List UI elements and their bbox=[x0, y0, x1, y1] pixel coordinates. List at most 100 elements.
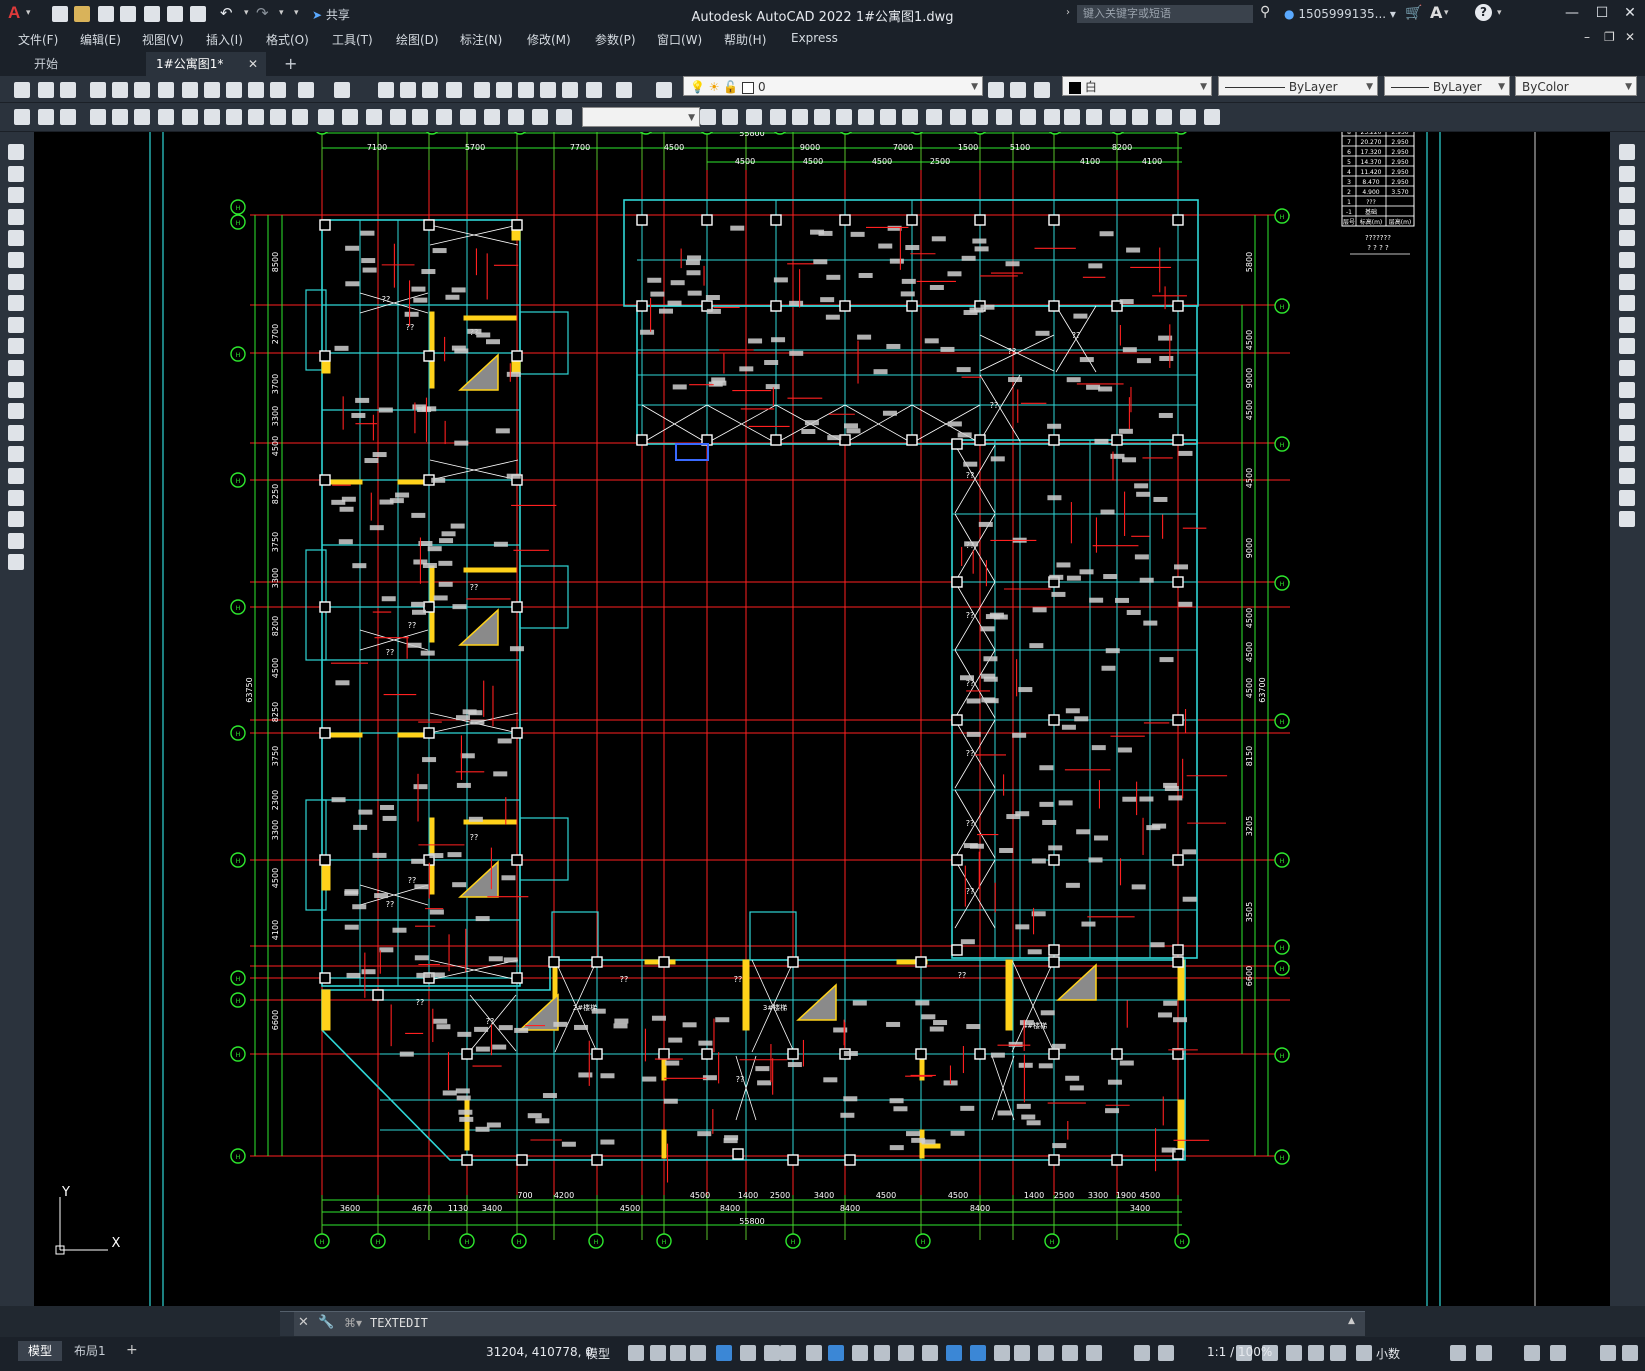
pan-icon[interactable] bbox=[378, 82, 394, 98]
osnap-track-icon[interactable] bbox=[806, 1345, 822, 1361]
gizmo-icon[interactable] bbox=[1014, 1345, 1030, 1361]
status-config-icon[interactable] bbox=[1622, 1345, 1638, 1361]
cart-icon[interactable]: 🛒 bbox=[1405, 5, 1422, 21]
mirror-side-icon[interactable] bbox=[1619, 187, 1635, 204]
qnew-icon[interactable] bbox=[14, 82, 30, 98]
region-icon[interactable] bbox=[38, 109, 54, 125]
ordinate-dim-icon[interactable] bbox=[158, 109, 174, 125]
circle-icon[interactable] bbox=[8, 273, 24, 290]
menu-parametric[interactable]: 参数(P) bbox=[595, 31, 636, 48]
annotation-scale-icon[interactable] bbox=[1086, 1345, 1102, 1361]
menu-format[interactable]: 格式(O) bbox=[266, 31, 309, 48]
calculator-icon[interactable] bbox=[586, 82, 602, 98]
undo-icon[interactable]: ↶ bbox=[220, 4, 233, 22]
mtext-icon[interactable] bbox=[8, 532, 24, 549]
tab-drawing[interactable]: 1#公寓图1* ✕ bbox=[146, 52, 266, 76]
drawing-canvas[interactable]: 55800 7100 5700 7700 4500 9000 7000 1500 5100 820… bbox=[34, 132, 1610, 1306]
revcloud-icon[interactable] bbox=[1204, 109, 1220, 125]
help-icon[interactable]: ? bbox=[1475, 4, 1492, 21]
new-tab-button[interactable]: + bbox=[274, 52, 304, 76]
menu-express[interactable]: Express bbox=[791, 31, 838, 45]
quick-dim-icon[interactable] bbox=[270, 109, 286, 125]
move-side-icon[interactable] bbox=[1619, 252, 1635, 268]
osnap-icon[interactable] bbox=[828, 1345, 844, 1361]
ortho-icon[interactable] bbox=[716, 1345, 732, 1361]
tolerance-icon[interactable] bbox=[390, 109, 406, 125]
open-icon[interactable] bbox=[38, 82, 54, 98]
command-customize-icon[interactable]: 🔧 bbox=[318, 1315, 334, 1330]
explode-icon[interactable] bbox=[700, 109, 716, 125]
annotation-monitor-icon[interactable] bbox=[1158, 1345, 1174, 1361]
zoom-previous-icon[interactable] bbox=[446, 82, 462, 98]
color-combo[interactable]: 白 ▼ bbox=[1062, 76, 1212, 96]
layer-combo[interactable]: 💡 ☀ 🔓 0 ▼ bbox=[683, 76, 983, 96]
arc-icon[interactable] bbox=[8, 252, 24, 268]
blend-side-icon[interactable] bbox=[1619, 489, 1635, 506]
hatch-icon[interactable] bbox=[14, 109, 30, 125]
menu-draw[interactable]: 绘图(D) bbox=[396, 31, 439, 48]
matchprop-icon[interactable] bbox=[248, 82, 264, 98]
dynamic-ucs-icon[interactable] bbox=[970, 1345, 986, 1361]
revcloud-draw-icon[interactable] bbox=[8, 295, 24, 312]
dimstyle-icon[interactable] bbox=[556, 109, 572, 125]
stretch-icon[interactable] bbox=[880, 109, 896, 125]
layer-previous-icon[interactable] bbox=[1010, 82, 1026, 98]
sheetset-icon[interactable] bbox=[540, 82, 556, 98]
coordinate-readout[interactable]: 31204, 410778, 0 bbox=[486, 1345, 593, 1359]
inspection-icon[interactable] bbox=[436, 109, 452, 125]
workspace-icon[interactable] bbox=[1134, 1345, 1150, 1361]
ungroup-icon[interactable] bbox=[1110, 109, 1126, 125]
command-history-icon[interactable]: ▲ bbox=[1348, 1316, 1355, 1326]
radius-dim-icon[interactable] bbox=[182, 109, 198, 125]
move-icon[interactable] bbox=[722, 109, 738, 125]
chamfer-icon[interactable] bbox=[996, 109, 1012, 125]
extend-icon[interactable] bbox=[926, 109, 942, 125]
undo-icon[interactable] bbox=[298, 82, 314, 98]
copy-side-icon[interactable] bbox=[1619, 165, 1635, 182]
preview-icon[interactable] bbox=[112, 82, 128, 98]
save-as-icon[interactable] bbox=[120, 6, 136, 22]
markup-icon[interactable] bbox=[562, 82, 578, 98]
add-selected-icon[interactable] bbox=[8, 554, 24, 571]
insert-block-icon[interactable] bbox=[8, 381, 24, 398]
break-side-icon[interactable] bbox=[1619, 403, 1635, 420]
dim-break-icon[interactable] bbox=[366, 109, 382, 125]
selection-cycling-icon[interactable] bbox=[922, 1345, 938, 1361]
plot-icon[interactable] bbox=[90, 82, 106, 98]
menu-help[interactable]: 帮助(H) bbox=[724, 31, 766, 48]
hatch-draw-icon[interactable] bbox=[8, 446, 24, 463]
zoom-window-icon[interactable] bbox=[422, 82, 438, 98]
menu-edit[interactable]: 编辑(E) bbox=[80, 31, 121, 48]
extend-side-icon[interactable] bbox=[1619, 360, 1635, 376]
divide-icon[interactable] bbox=[1156, 109, 1172, 125]
tab-model[interactable]: 模型 bbox=[18, 1341, 63, 1361]
make-block-icon[interactable] bbox=[8, 403, 24, 420]
join-side-icon[interactable] bbox=[1619, 424, 1635, 441]
fillet-icon[interactable] bbox=[1020, 109, 1036, 125]
wipeout-icon[interactable] bbox=[1180, 109, 1196, 125]
plotstyle-combo[interactable]: ByColor ▼ bbox=[1515, 76, 1637, 96]
array-side-icon[interactable] bbox=[1619, 230, 1635, 247]
fullscreen-icon[interactable] bbox=[1550, 1345, 1566, 1361]
tab-start[interactable]: 开始 bbox=[24, 52, 144, 76]
search-icon[interactable]: ⚲ bbox=[1260, 4, 1270, 20]
arc-length-icon[interactable] bbox=[134, 109, 150, 125]
line-icon[interactable] bbox=[8, 144, 24, 160]
erase-icon[interactable] bbox=[1064, 109, 1080, 125]
dim-text-edit-icon[interactable] bbox=[508, 109, 524, 125]
command-grip-icon[interactable] bbox=[280, 1312, 294, 1336]
gradient-icon[interactable] bbox=[8, 468, 24, 484]
autoscale-icon[interactable] bbox=[1062, 1345, 1078, 1361]
dim-edit-icon[interactable] bbox=[484, 109, 500, 125]
snap-dropdown-icon[interactable] bbox=[670, 1345, 686, 1361]
erase-side-icon[interactable] bbox=[1619, 144, 1635, 160]
offset-side-icon[interactable] bbox=[1619, 208, 1635, 225]
toolpalette-icon[interactable] bbox=[518, 82, 534, 98]
rotate-side-icon[interactable] bbox=[1619, 273, 1635, 290]
polyline-icon[interactable] bbox=[8, 187, 24, 204]
annotation-visibility-icon[interactable] bbox=[1038, 1345, 1054, 1361]
copy-icon[interactable] bbox=[204, 82, 220, 98]
offset-icon[interactable] bbox=[792, 109, 808, 125]
dimstyle-combo[interactable]: ▼ bbox=[582, 107, 700, 127]
baseline-dim-icon[interactable] bbox=[292, 109, 308, 125]
